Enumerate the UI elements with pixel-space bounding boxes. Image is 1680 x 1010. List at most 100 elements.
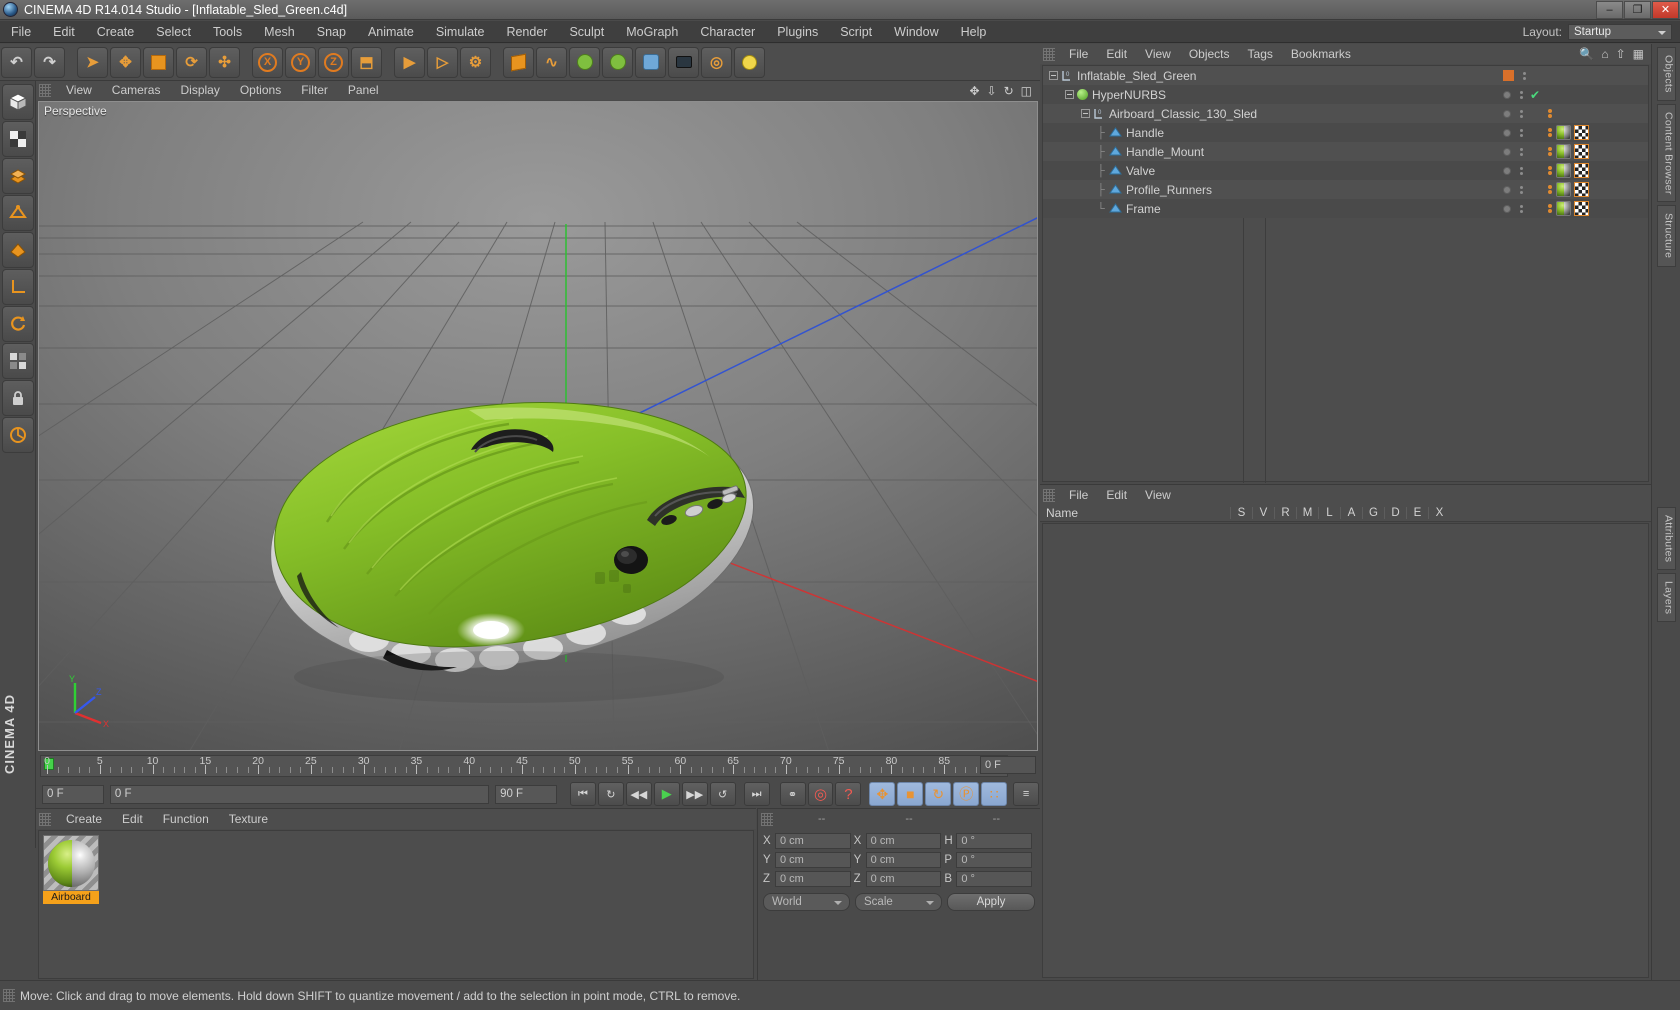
lock-y-axis-button[interactable]: Y bbox=[285, 46, 316, 78]
layer-menu-view[interactable]: View bbox=[1136, 485, 1180, 505]
object-row[interactable]: ├ Handle bbox=[1043, 123, 1648, 142]
viewport-menu-options[interactable]: Options bbox=[230, 81, 291, 100]
menu-script[interactable]: Script bbox=[829, 21, 883, 43]
timeline-ruler[interactable]: 051015202530354045505560657075808590 bbox=[40, 755, 1008, 777]
viewport-menu-panel[interactable]: Panel bbox=[338, 81, 389, 100]
visibility-dot[interactable] bbox=[1503, 204, 1511, 213]
coord-system-dropdown[interactable]: World bbox=[763, 893, 850, 911]
layer-menu-edit[interactable]: Edit bbox=[1097, 485, 1136, 505]
render-settings-button[interactable]: ⚙ bbox=[460, 46, 491, 78]
menu-snap[interactable]: Snap bbox=[306, 21, 357, 43]
column-m[interactable]: M bbox=[1296, 507, 1318, 519]
size-z-input[interactable]: 0 cm bbox=[865, 871, 942, 887]
visibility-dot[interactable] bbox=[1503, 109, 1511, 118]
material-tag-icon[interactable] bbox=[1556, 182, 1571, 197]
menu-select[interactable]: Select bbox=[145, 21, 202, 43]
column-e[interactable]: E bbox=[1406, 507, 1428, 519]
panel-grip-icon[interactable] bbox=[39, 84, 51, 97]
lock-tool[interactable] bbox=[2, 380, 34, 416]
rotate-tool-button[interactable]: ⟳ bbox=[176, 46, 207, 78]
column-s[interactable]: S bbox=[1230, 507, 1252, 519]
pos-y-input[interactable]: 0 cm bbox=[775, 852, 851, 868]
object-row[interactable]: ├ Valve bbox=[1043, 161, 1648, 180]
lock-z-axis-button[interactable]: Z bbox=[318, 46, 349, 78]
expander-icon[interactable] bbox=[1065, 90, 1074, 99]
scale-key-button[interactable]: ■ bbox=[897, 782, 924, 806]
frame-field[interactable]: 0 F bbox=[42, 784, 104, 804]
tag-dots-icon[interactable] bbox=[1548, 204, 1552, 213]
add-spline-button[interactable]: ∿ bbox=[536, 46, 567, 78]
world-axis-button[interactable]: ✣ bbox=[209, 46, 240, 78]
record-key-button[interactable]: ⚭ bbox=[779, 782, 806, 806]
keyframe-help-button[interactable]: ? bbox=[835, 782, 862, 806]
layout-dropdown[interactable]: Startup bbox=[1568, 23, 1672, 40]
viewport-menu-filter[interactable]: Filter bbox=[291, 81, 338, 100]
tag-dots-icon[interactable] bbox=[1548, 185, 1552, 194]
tab-layers[interactable]: Layers bbox=[1656, 573, 1676, 623]
material-menu-edit[interactable]: Edit bbox=[112, 809, 153, 829]
world-object-coord-button[interactable]: ⬒ bbox=[351, 46, 382, 78]
viewport-solo-tool[interactable] bbox=[2, 343, 34, 379]
column-v[interactable]: V bbox=[1252, 507, 1274, 519]
max-frames-field[interactable]: 90 F bbox=[495, 784, 557, 804]
polygons-mode-tool[interactable] bbox=[2, 232, 34, 268]
position-key-button[interactable]: ✥ bbox=[869, 782, 896, 806]
column-x[interactable]: X bbox=[1428, 507, 1450, 519]
add-lamp-button[interactable] bbox=[734, 46, 765, 78]
column-r[interactable]: R bbox=[1274, 507, 1296, 519]
tag-dots-icon[interactable] bbox=[1548, 109, 1552, 118]
scale-tool-button[interactable] bbox=[143, 46, 174, 78]
visibility-dots[interactable] bbox=[1517, 128, 1526, 137]
visibility-dot[interactable] bbox=[1503, 90, 1511, 99]
step-back-button[interactable]: ◀◀ bbox=[625, 782, 652, 806]
enabled-check-icon[interactable]: ✔ bbox=[1530, 88, 1540, 102]
points-mode-tool[interactable] bbox=[2, 158, 34, 194]
add-deformer-button[interactable] bbox=[635, 46, 666, 78]
pos-x-input[interactable]: 0 cm bbox=[775, 833, 851, 849]
material-tag-icon[interactable] bbox=[1556, 163, 1571, 178]
tag-dots-icon[interactable] bbox=[1548, 166, 1552, 175]
preview-range-field[interactable]: 0 F bbox=[109, 784, 490, 804]
close-button[interactable]: ✕ bbox=[1652, 0, 1679, 19]
menu-edit[interactable]: Edit bbox=[42, 21, 86, 43]
panel-grip-icon[interactable] bbox=[3, 989, 15, 1002]
undo-button[interactable]: ↶ bbox=[1, 46, 32, 78]
enable-axis-tool[interactable] bbox=[2, 306, 34, 342]
object-menu-objects[interactable]: Objects bbox=[1180, 44, 1239, 64]
menu-character[interactable]: Character bbox=[689, 21, 766, 43]
autokey-button[interactable]: ◎ bbox=[807, 782, 834, 806]
panel-grip-icon[interactable] bbox=[1043, 47, 1055, 61]
uvw-tag-icon[interactable] bbox=[1574, 201, 1589, 216]
material-item[interactable]: Airboard bbox=[43, 835, 99, 904]
object-row[interactable]: 0 Inflatable_Sled_Green bbox=[1043, 66, 1648, 85]
add-cube-button[interactable] bbox=[503, 46, 534, 78]
uvw-tag-icon[interactable] bbox=[1574, 163, 1589, 178]
pos-z-input[interactable]: 0 cm bbox=[775, 871, 851, 887]
rot-p-input[interactable]: 0 ° bbox=[956, 852, 1033, 868]
expander-icon[interactable] bbox=[1081, 109, 1090, 118]
tab-content-browser[interactable]: Content Browser bbox=[1656, 103, 1676, 203]
play-forward-button[interactable]: ↺ bbox=[709, 782, 736, 806]
redo-button[interactable]: ↷ bbox=[34, 46, 65, 78]
layer-color-dot[interactable] bbox=[1503, 70, 1514, 81]
menu-file[interactable]: File bbox=[0, 21, 42, 43]
tab-objects[interactable]: Objects bbox=[1656, 47, 1676, 101]
pan-icon[interactable]: ✥ bbox=[969, 84, 979, 98]
material-tag-icon[interactable] bbox=[1556, 125, 1571, 140]
live-selection-button[interactable]: ➤ bbox=[77, 46, 108, 78]
menu-tools[interactable]: Tools bbox=[202, 21, 253, 43]
lock-x-axis-button[interactable]: X bbox=[252, 46, 283, 78]
column-a[interactable]: A bbox=[1340, 507, 1362, 519]
size-mode-dropdown[interactable]: Scale bbox=[855, 893, 942, 911]
goto-start-button[interactable]: ⏮ bbox=[569, 782, 596, 806]
tag-dots-icon[interactable] bbox=[1548, 128, 1552, 137]
render-view-button[interactable]: ▶ bbox=[394, 46, 425, 78]
size-y-input[interactable]: 0 cm bbox=[865, 852, 942, 868]
viewport-menu-view[interactable]: View bbox=[56, 81, 102, 100]
add-nurbs-button[interactable] bbox=[569, 46, 600, 78]
axis-mode-tool[interactable] bbox=[2, 269, 34, 305]
tag-dots-icon[interactable] bbox=[1548, 147, 1552, 156]
visibility-dot[interactable] bbox=[1503, 147, 1511, 156]
viewport-menu-cameras[interactable]: Cameras bbox=[102, 81, 171, 100]
object-menu-bookmarks[interactable]: Bookmarks bbox=[1282, 44, 1360, 64]
